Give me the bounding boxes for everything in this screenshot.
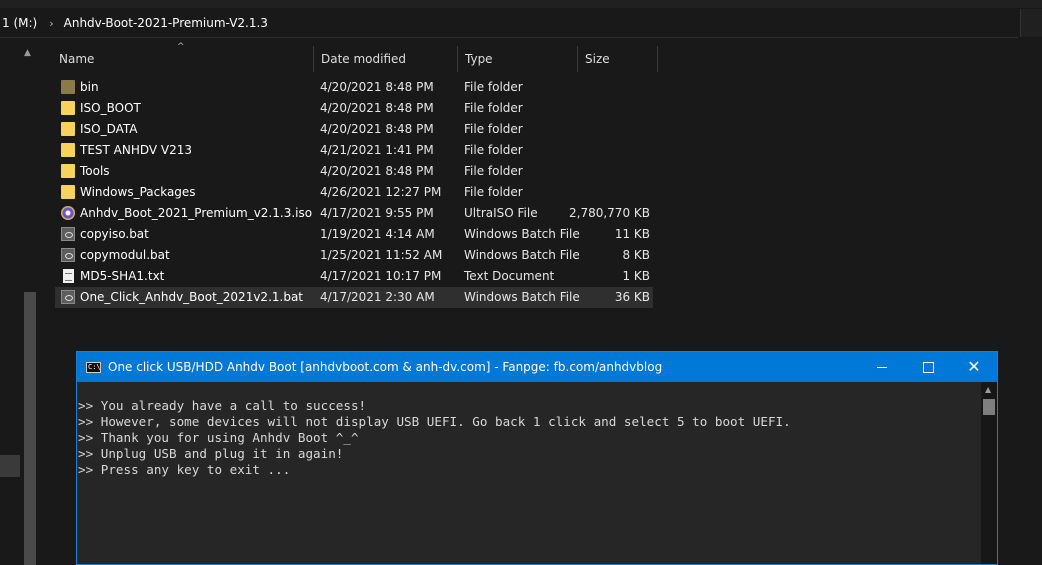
file-name: Anhdv_Boot_2021_Premium_v2.1.3.iso: [80, 206, 313, 220]
file-date: 4/17/2021 10:17 PM: [320, 269, 442, 283]
console-title: One click USB/HDD Anhdv Boot [anhdvboot.…: [108, 360, 663, 374]
console-line: >> Unplug USB and plug it in again!: [78, 446, 344, 461]
breadcrumb-chevron-icon[interactable]: ›: [49, 17, 53, 30]
file-row[interactable]: copymodul.bat 1/25/2021 11:52 AM Windows…: [55, 245, 653, 266]
minimize-icon: [877, 366, 887, 368]
console-output[interactable]: >> You already have a call to success! >…: [77, 382, 981, 564]
address-bar[interactable]: 1 (M:) › Anhdv-Boot-2021-Premium-V2.1.3: [0, 9, 1018, 38]
maximize-button[interactable]: [905, 352, 951, 382]
folder-icon: [61, 80, 75, 94]
folder-icon: [61, 122, 75, 136]
file-date: 4/17/2021 2:30 AM: [320, 290, 435, 304]
file-type: File folder: [464, 122, 523, 136]
maximize-icon: [922, 361, 934, 373]
console-titlebar[interactable]: C:\ One click USB/HDD Anhdv Boot [anhdvb…: [77, 352, 997, 382]
file-type: Windows Batch File: [464, 227, 580, 241]
file-name: One_Click_Anhdv_Boot_2021v2.1.bat: [80, 290, 304, 304]
text-file-icon: [63, 269, 74, 283]
file-size: 2,780,770 KB: [569, 206, 650, 220]
batch-file-icon: [61, 290, 75, 304]
file-date: 4/21/2021 1:41 PM: [320, 143, 434, 157]
file-row[interactable]: bin 4/20/2021 8:48 PM File folder: [55, 77, 653, 98]
file-date: 4/20/2021 8:48 PM: [320, 101, 434, 115]
console-line: >> Press any key to exit ...: [78, 462, 291, 477]
file-row[interactable]: TEST ANHDV V213 4/21/2021 1:41 PM File f…: [55, 140, 653, 161]
console-line: >> However, some devices will not displa…: [78, 414, 791, 429]
console-scrollbar[interactable]: ▲: [981, 382, 997, 564]
file-size: 36 KB: [614, 290, 650, 304]
column-header-size[interactable]: Size: [578, 46, 658, 72]
iso-disc-icon: [61, 206, 75, 220]
batch-file-icon: [61, 227, 75, 241]
file-size: 8 KB: [622, 248, 650, 262]
file-row[interactable]: Tools 4/20/2021 8:48 PM File folder: [55, 161, 653, 182]
file-type: UltraISO File: [464, 206, 538, 220]
scrollbar-thumb[interactable]: [983, 399, 995, 415]
file-type: Windows Batch File: [464, 290, 580, 304]
file-name: MD5-SHA1.txt: [80, 269, 165, 283]
batch-file-icon: [61, 248, 75, 262]
file-date: 4/20/2021 8:48 PM: [320, 122, 434, 136]
file-type: Windows Batch File: [464, 248, 580, 262]
folder-icon: [61, 101, 75, 115]
file-size: 1 KB: [622, 269, 650, 283]
console-line: >> You already have a call to success!: [78, 398, 367, 413]
file-type: File folder: [464, 80, 523, 94]
nav-selected-item[interactable]: [0, 455, 20, 477]
file-name: ISO_BOOT: [80, 101, 141, 115]
breadcrumb-drive[interactable]: 1 (M:): [2, 16, 37, 30]
file-name: copymodul.bat: [80, 248, 170, 262]
nav-scrollbar[interactable]: [24, 292, 36, 565]
file-type: File folder: [464, 143, 523, 157]
file-name: Windows_Packages: [80, 185, 196, 199]
file-name: Tools: [80, 164, 110, 178]
cmd-icon[interactable]: C:\: [86, 361, 101, 373]
console-window[interactable]: C:\ One click USB/HDD Anhdv Boot [anhdvb…: [76, 351, 998, 565]
file-type: File folder: [464, 164, 523, 178]
file-date: 1/19/2021 4:14 AM: [320, 227, 435, 241]
folder-icon: [61, 143, 75, 157]
file-row[interactable]: ISO_DATA 4/20/2021 8:48 PM File folder: [55, 119, 653, 140]
file-date: 4/20/2021 8:48 PM: [320, 80, 434, 94]
column-header-name[interactable]: Name: [52, 46, 314, 72]
file-name: bin: [80, 80, 99, 94]
file-type: Text Document: [464, 269, 555, 283]
file-row[interactable]: MD5-SHA1.txt 4/17/2021 10:17 PM Text Doc…: [55, 266, 653, 287]
close-icon: ✕: [967, 357, 981, 376]
file-row-selected[interactable]: One_Click_Anhdv_Boot_2021v2.1.bat 4/17/2…: [55, 287, 653, 308]
folder-icon: [61, 164, 75, 178]
file-date: 1/25/2021 11:52 AM: [320, 248, 443, 262]
file-date: 4/20/2021 8:48 PM: [320, 164, 434, 178]
file-row[interactable]: copyiso.bat 1/19/2021 4:14 AM Windows Ba…: [55, 224, 653, 245]
file-list: bin 4/20/2021 8:48 PM File folder ISO_BO…: [55, 77, 653, 308]
file-name: ISO_DATA: [80, 122, 138, 136]
folder-icon: [61, 185, 75, 199]
window-top-strip: [0, 0, 1042, 8]
file-row[interactable]: ISO_BOOT 4/20/2021 8:48 PM File folder: [55, 98, 653, 119]
file-date: 4/17/2021 9:55 PM: [320, 206, 434, 220]
file-type: File folder: [464, 101, 523, 115]
column-header-date[interactable]: Date modified: [314, 46, 458, 72]
minimize-button[interactable]: [859, 352, 905, 382]
nav-scroll-up-icon[interactable]: ▲: [24, 48, 31, 58]
file-date: 4/26/2021 12:27 PM: [320, 185, 442, 199]
close-button[interactable]: ✕: [951, 352, 997, 382]
file-name: TEST ANHDV V213: [80, 143, 193, 157]
column-header-type[interactable]: Type: [458, 46, 578, 72]
console-line: >> Thank you for using Anhdv Boot ^_^: [78, 430, 359, 445]
scroll-up-icon[interactable]: ▲: [985, 385, 991, 394]
breadcrumb-folder[interactable]: Anhdv-Boot-2021-Premium-V2.1.3: [64, 16, 268, 30]
file-size: 11 KB: [614, 227, 650, 241]
file-name: copyiso.bat: [80, 227, 149, 241]
address-bar-dropdown[interactable]: [1020, 9, 1042, 37]
file-type: File folder: [464, 185, 523, 199]
file-row[interactable]: Windows_Packages 4/26/2021 12:27 PM File…: [55, 182, 653, 203]
file-row[interactable]: Anhdv_Boot_2021_Premium_v2.1.3.iso 4/17/…: [55, 203, 653, 224]
column-headers: Name Date modified Type Size: [52, 46, 658, 72]
